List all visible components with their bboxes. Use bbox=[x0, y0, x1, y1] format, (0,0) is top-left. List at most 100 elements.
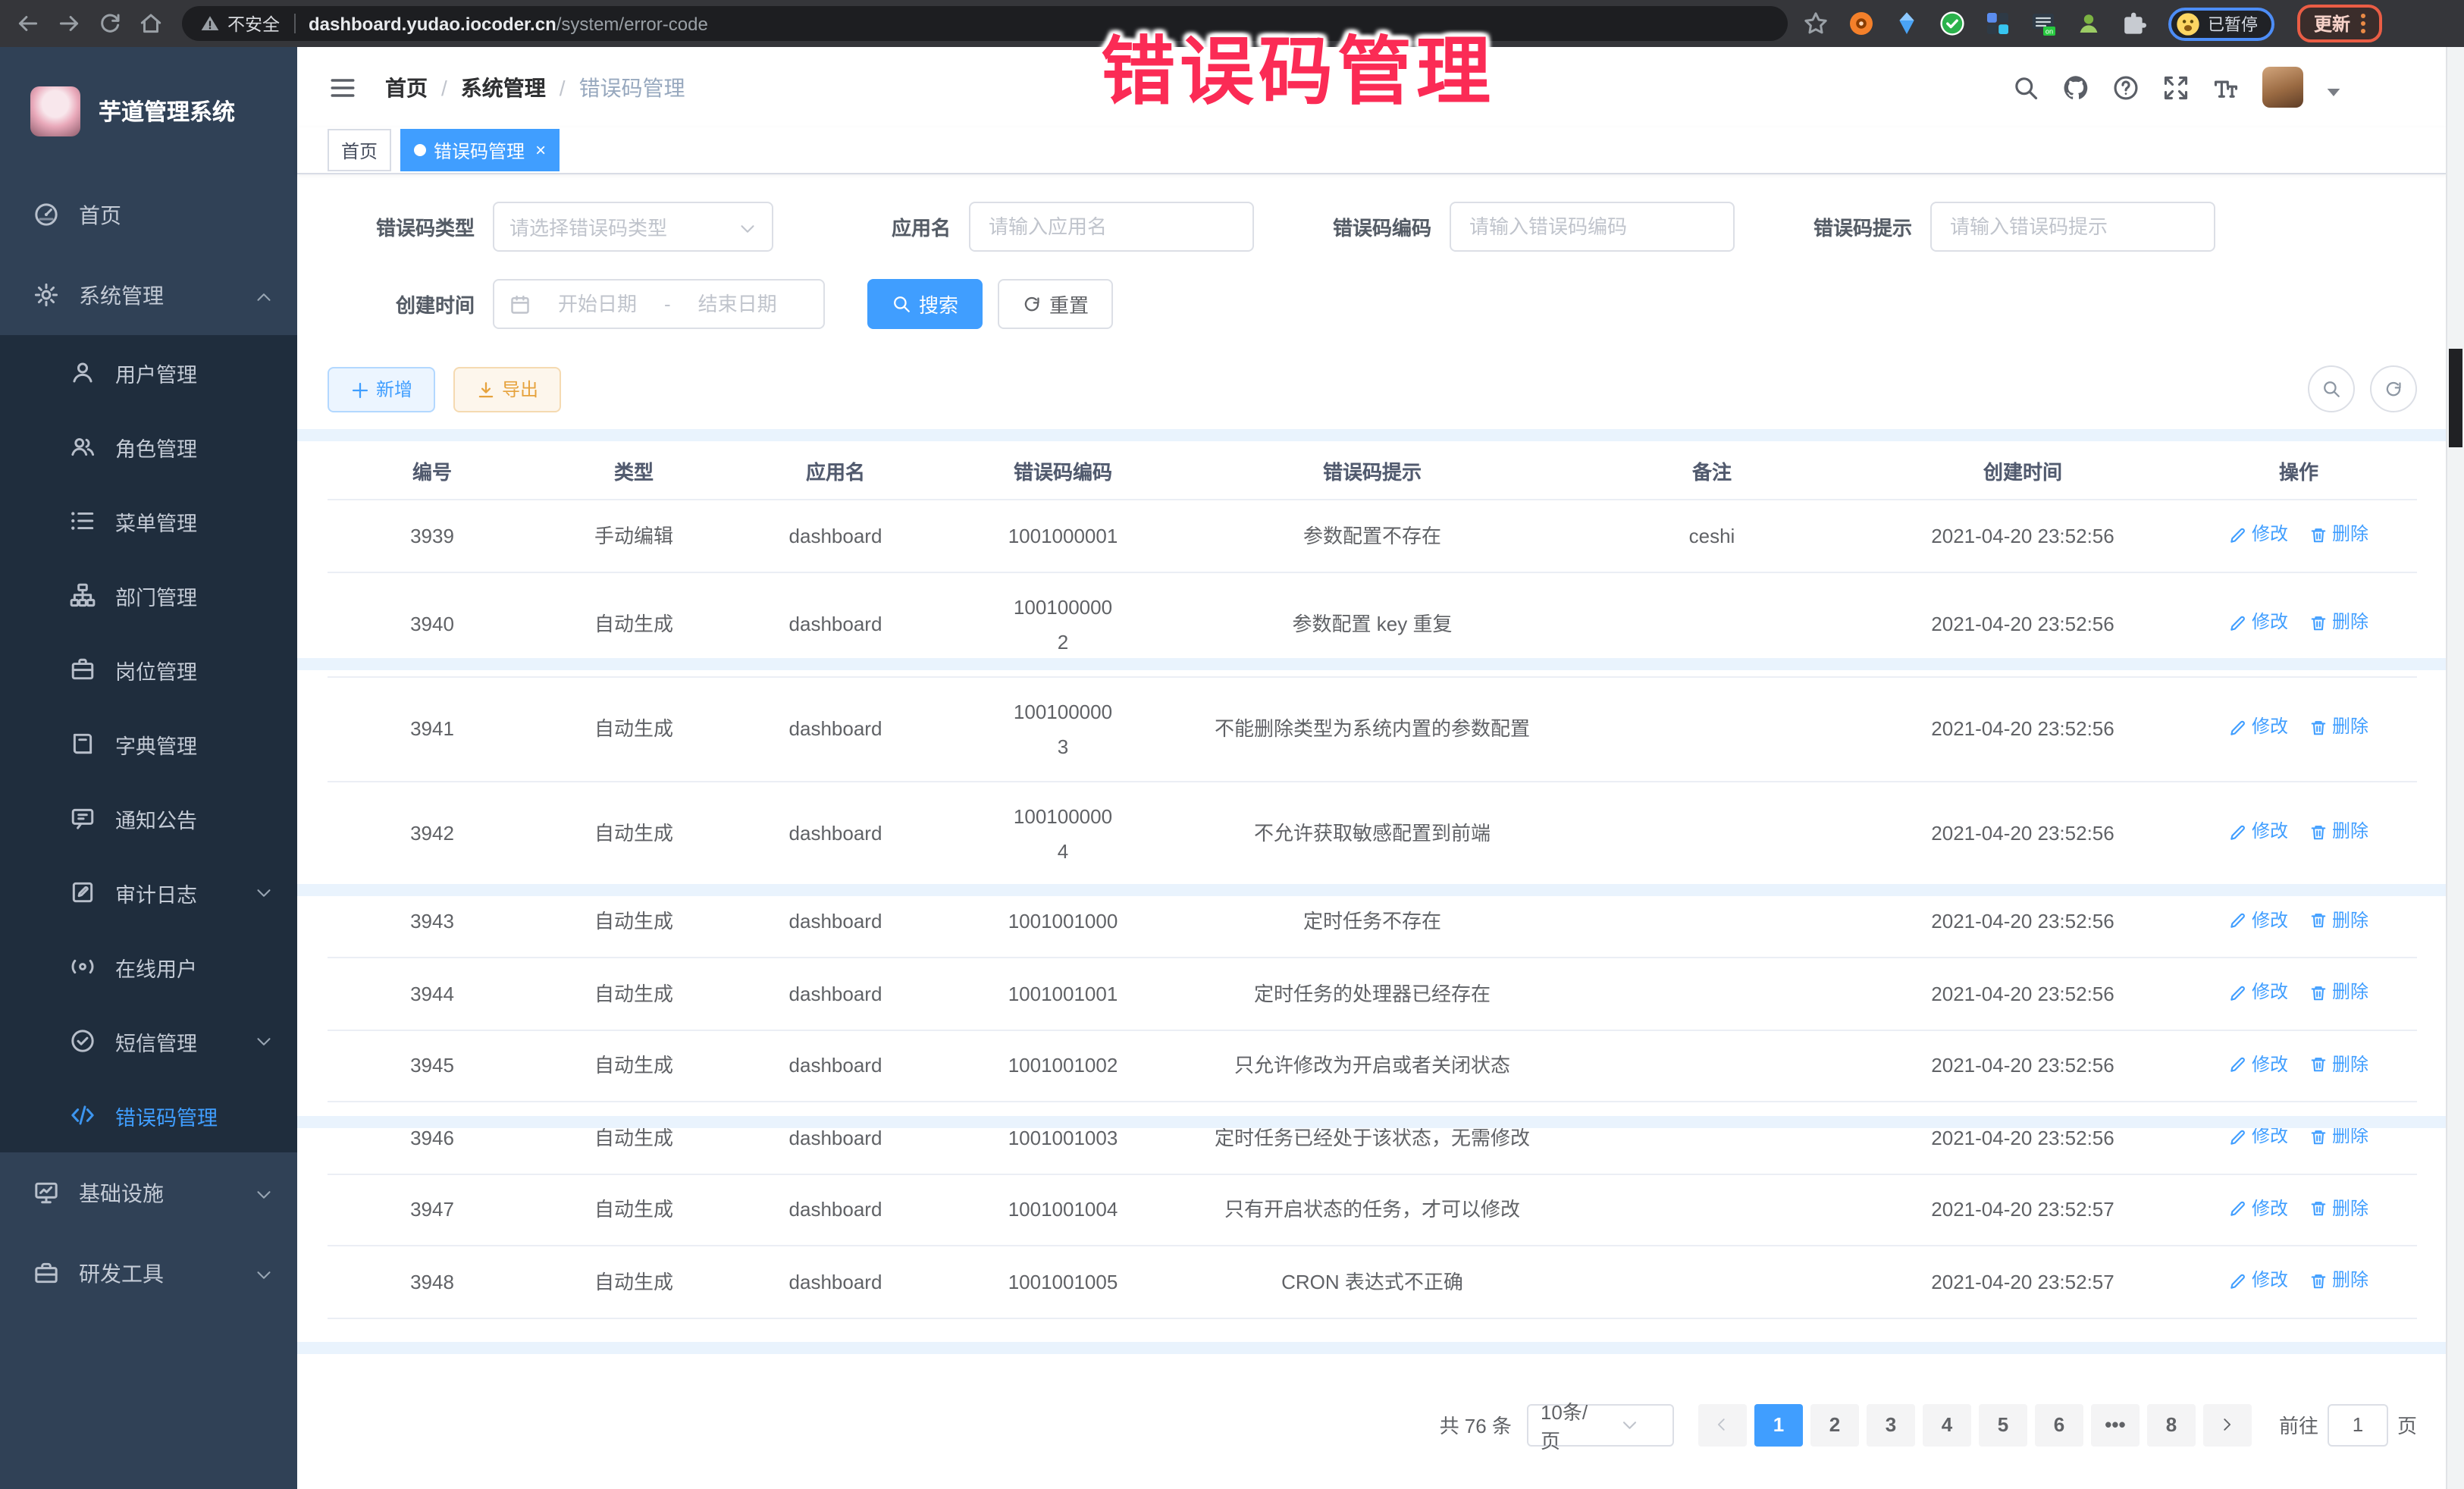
sidebar-item-8[interactable]: 字典管理 bbox=[0, 707, 297, 781]
row-edit-button[interactable]: 修改 bbox=[2229, 606, 2288, 641]
sidebar-item-6[interactable]: 部门管理 bbox=[0, 558, 297, 632]
row-delete-button[interactable]: 删除 bbox=[2309, 815, 2368, 850]
docs-help-icon[interactable] bbox=[2112, 74, 2140, 101]
extension-grid-icon[interactable] bbox=[1985, 11, 2011, 36]
row-delete-button[interactable]: 删除 bbox=[2309, 1047, 2368, 1082]
table-row[interactable]: 3944自动生成dashboard1001001001定时任务的处理器已经存在2… bbox=[328, 958, 2417, 1030]
table-row[interactable]: 3940自动生成dashboard100100000 2参数配置 key 重复2… bbox=[328, 572, 2417, 676]
extension-switch-icon[interactable]: on bbox=[2030, 11, 2056, 36]
row-edit-button[interactable]: 修改 bbox=[2229, 1263, 2288, 1298]
breadcrumb-item-1[interactable]: 首页 bbox=[385, 72, 428, 102]
page-button-6[interactable]: 6 bbox=[2035, 1403, 2083, 1446]
fullscreen-icon[interactable] bbox=[2162, 74, 2190, 101]
search-button[interactable]: 搜索 bbox=[867, 279, 983, 329]
tab-error-code[interactable]: 错误码管理 × bbox=[400, 129, 560, 171]
table-row[interactable]: 3946自动生成dashboard1001001003定时任务已经处于该状态，无… bbox=[328, 1102, 2417, 1174]
end-date-input[interactable] bbox=[680, 291, 795, 317]
browser-back-icon[interactable] bbox=[15, 11, 41, 36]
sidebar-item-11[interactable]: 在线用户 bbox=[0, 929, 297, 1004]
browser-update-button[interactable]: 更新 bbox=[2297, 5, 2382, 42]
user-avatar[interactable] bbox=[2262, 67, 2303, 108]
sidebar-item-3[interactable]: 用户管理 bbox=[0, 335, 297, 409]
extension-person-icon[interactable] bbox=[2076, 11, 2102, 36]
page-button-8[interactable]: 8 bbox=[2147, 1403, 2196, 1446]
more-pages-button[interactable]: ••• bbox=[2091, 1403, 2140, 1446]
add-button[interactable]: 新增 bbox=[328, 366, 435, 412]
row-edit-button[interactable]: 修改 bbox=[2229, 1119, 2288, 1154]
browser-menu-dots-icon[interactable] bbox=[2361, 14, 2365, 33]
row-delete-button[interactable]: 删除 bbox=[2309, 517, 2368, 552]
sidebar-item-2[interactable]: 系统管理 bbox=[0, 255, 297, 335]
tab-close-icon[interactable]: × bbox=[535, 139, 546, 161]
extension-orange-icon[interactable] bbox=[1848, 11, 1874, 36]
sidebar-item-1[interactable]: 首页 bbox=[0, 174, 297, 255]
page-button-4[interactable]: 4 bbox=[1923, 1403, 1971, 1446]
font-size-icon[interactable] bbox=[2212, 74, 2240, 101]
sidebar-item-14[interactable]: 基础设施 bbox=[0, 1152, 297, 1233]
row-edit-button[interactable]: 修改 bbox=[2229, 710, 2288, 745]
row-edit-button[interactable]: 修改 bbox=[2229, 1047, 2288, 1082]
browser-reload-icon[interactable] bbox=[97, 11, 123, 36]
page-scrollbar[interactable] bbox=[2446, 47, 2464, 1489]
sidebar-item-15[interactable]: 研发工具 bbox=[0, 1233, 297, 1313]
extension-gem-icon[interactable] bbox=[1894, 11, 1920, 36]
sidebar-item-7[interactable]: 岗位管理 bbox=[0, 632, 297, 707]
row-edit-button[interactable]: 修改 bbox=[2229, 1191, 2288, 1226]
create-time-range-picker[interactable]: - bbox=[493, 279, 825, 329]
row-delete-button[interactable]: 删除 bbox=[2309, 1119, 2368, 1154]
row-delete-button[interactable]: 删除 bbox=[2309, 606, 2368, 641]
extension-paused-badge[interactable]: 已暂停 bbox=[2168, 7, 2274, 40]
error-type-select[interactable]: 请选择错误码类型 bbox=[493, 202, 773, 252]
table-row[interactable]: 3939手动编辑dashboard1001000001参数配置不存在ceshi2… bbox=[328, 500, 2417, 572]
row-edit-button[interactable]: 修改 bbox=[2229, 975, 2288, 1010]
sidebar-item-12[interactable]: 短信管理 bbox=[0, 1004, 297, 1078]
app-logo[interactable]: 芋道管理系统 bbox=[0, 47, 297, 174]
page-button-3[interactable]: 3 bbox=[1867, 1403, 1915, 1446]
sidebar-item-13[interactable]: 错误码管理 bbox=[0, 1078, 297, 1152]
table-row[interactable]: 3942自动生成dashboard100100000 4不允许获取敏感配置到前端… bbox=[328, 781, 2417, 886]
reset-button[interactable]: 重置 bbox=[998, 279, 1113, 329]
refresh-table-button[interactable] bbox=[2370, 365, 2417, 412]
breadcrumb-item-2[interactable]: 系统管理 bbox=[461, 72, 546, 102]
row-edit-button[interactable]: 修改 bbox=[2229, 815, 2288, 850]
page-button-2[interactable]: 2 bbox=[1810, 1403, 1859, 1446]
sidebar-item-4[interactable]: 角色管理 bbox=[0, 409, 297, 484]
sidebar-item-10[interactable]: 审计日志 bbox=[0, 855, 297, 929]
avatar-caret-down-icon[interactable] bbox=[2326, 80, 2341, 95]
row-delete-button[interactable]: 删除 bbox=[2309, 975, 2368, 1010]
sidebar-item-5[interactable]: 菜单管理 bbox=[0, 484, 297, 558]
toggle-search-button[interactable] bbox=[2308, 365, 2355, 412]
table-row[interactable]: 3947自动生成dashboard1001001004只有开启状态的任务，才可以… bbox=[328, 1174, 2417, 1246]
page-button-5[interactable]: 5 bbox=[1979, 1403, 2027, 1446]
bookmark-star-icon[interactable] bbox=[1803, 11, 1829, 36]
error-code-input[interactable] bbox=[1450, 202, 1735, 252]
row-delete-button[interactable]: 删除 bbox=[2309, 1191, 2368, 1226]
error-msg-input[interactable] bbox=[1930, 202, 2215, 252]
goto-page-input[interactable] bbox=[2328, 1403, 2388, 1446]
row-edit-button[interactable]: 修改 bbox=[2229, 903, 2288, 938]
github-icon[interactable] bbox=[2062, 74, 2089, 101]
page-size-select[interactable]: 10条/页 bbox=[1527, 1403, 1674, 1446]
page-button-1[interactable]: 1 bbox=[1754, 1403, 1803, 1446]
header-search-icon[interactable] bbox=[2012, 74, 2039, 101]
sidebar-item-9[interactable]: 通知公告 bbox=[0, 781, 297, 855]
export-button[interactable]: 导出 bbox=[453, 366, 561, 412]
tab-home[interactable]: 首页 bbox=[328, 129, 391, 171]
table-row[interactable]: 3941自动生成dashboard100100000 3不能删除类型为系统内置的… bbox=[328, 676, 2417, 781]
browser-home-icon[interactable] bbox=[138, 11, 164, 36]
table-row[interactable]: 3943自动生成dashboard1001001000定时任务不存在2021-0… bbox=[328, 886, 2417, 958]
extension-check-icon[interactable] bbox=[1939, 11, 1965, 36]
browser-forward-icon[interactable] bbox=[56, 11, 82, 36]
start-date-input[interactable] bbox=[540, 291, 655, 317]
table-row[interactable]: 3948自动生成dashboard1001001005CRON 表达式不正确20… bbox=[328, 1246, 2417, 1318]
browser-address-bar[interactable]: 不安全 dashboard.yudao.iocoder.cn/system/er… bbox=[182, 6, 1788, 41]
row-delete-button[interactable]: 删除 bbox=[2309, 903, 2368, 938]
scrollbar-thumb[interactable] bbox=[2449, 349, 2462, 447]
next-page-button[interactable] bbox=[2203, 1403, 2252, 1446]
row-delete-button[interactable]: 删除 bbox=[2309, 1263, 2368, 1298]
extensions-puzzle-icon[interactable] bbox=[2121, 11, 2147, 36]
prev-page-button[interactable] bbox=[1698, 1403, 1747, 1446]
row-delete-button[interactable]: 删除 bbox=[2309, 710, 2368, 745]
sidebar-toggle-icon[interactable] bbox=[328, 72, 358, 102]
table-row[interactable]: 3945自动生成dashboard1001001002只允许修改为开启或者关闭状… bbox=[328, 1030, 2417, 1102]
